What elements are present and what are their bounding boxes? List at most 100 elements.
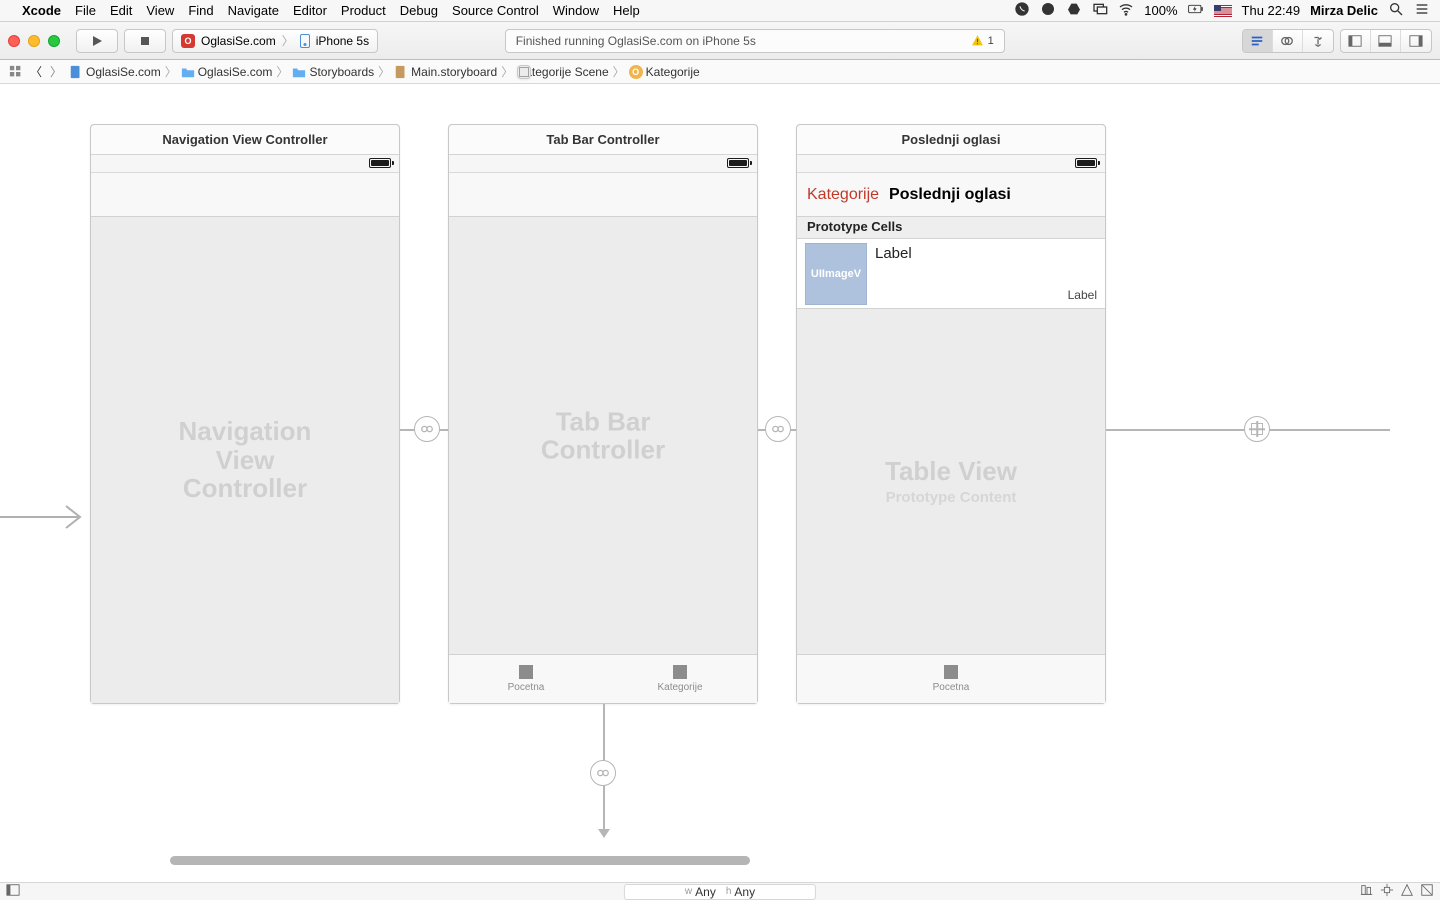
tab-item-icon [944,665,958,679]
segue-show-icon[interactable] [1244,416,1270,442]
related-items-button[interactable] [6,63,26,81]
menu-navigate[interactable]: Navigate [228,3,279,18]
align-button[interactable] [1360,883,1374,900]
crumb-group[interactable]: OglasiSe.com [178,65,276,79]
resizing-button[interactable] [1420,883,1434,900]
crumb-file[interactable]: Main.storyboard [391,65,500,79]
battery-icon [369,158,391,168]
battery-icon [1075,158,1097,168]
assistant-editor-button[interactable] [1273,30,1303,52]
table-view-ghost-label: Table View Prototype Content [885,457,1017,507]
scheme-target: OglasiSe.com [201,34,276,48]
arrow-down-icon [596,827,612,846]
menu-app-name[interactable]: Xcode [22,3,61,18]
tab-pocetna[interactable]: Pocetna [797,655,1105,703]
menu-editor[interactable]: Editor [293,3,327,18]
menu-file[interactable]: File [75,3,96,18]
warning-icon [971,34,984,47]
toggle-navigator-button[interactable] [1341,30,1371,52]
tab-bar: Pocetna [797,654,1105,703]
scene-ghost-label: Navigation View Controller [168,417,322,503]
menu-product[interactable]: Product [341,3,386,18]
scheme-selector[interactable]: O OglasiSe.com 〉 iPhone 5s [172,29,378,53]
menu-help[interactable]: Help [613,3,640,18]
scene-poslednji-oglasi[interactable]: Poslednji oglasi Kategorije Poslednji og… [796,124,1106,704]
menu-edit[interactable]: Edit [110,3,132,18]
input-flag-icon[interactable] [1214,5,1232,17]
editor-mode-segmented[interactable] [1242,29,1334,53]
nav-forward-button[interactable]: 〉 [46,63,66,81]
crumb-storyboards[interactable]: Storyboards [289,65,377,79]
menubar-clock[interactable]: Thu 22:49 [1242,3,1301,18]
crumb-scene[interactable]: Kategorije Scene [514,65,611,79]
scheme-app-icon: O [181,34,195,48]
notification-center-icon[interactable] [1414,1,1430,20]
scene-status-bar [449,155,757,173]
nav-back-label[interactable]: Kategorije [807,186,879,204]
activity-status: Finished running OglasiSe.com on iPhone … [516,34,756,48]
scene-navigation-controller[interactable]: Navigation View Controller Navigation Vi… [90,124,400,704]
tab-bar: Pocetna Kategorije [449,654,757,703]
tab-item-icon [673,665,687,679]
xcode-toolbar: O OglasiSe.com 〉 iPhone 5s Finished runn… [0,22,1440,60]
activity-viewer[interactable]: Finished running OglasiSe.com on iPhone … [505,29,1005,53]
nav-bar-placeholder [449,173,757,217]
menu-source-control[interactable]: Source Control [452,3,539,18]
pin-button[interactable] [1380,883,1394,900]
cell-label-primary[interactable]: Label [875,245,912,262]
device-icon [300,34,310,48]
wifi-icon[interactable] [1118,1,1134,20]
segue-root-icon[interactable] [414,416,440,442]
viber-icon[interactable] [1014,1,1030,20]
menubar-user[interactable]: Mirza Delic [1310,3,1378,18]
toggle-debug-button[interactable] [1371,30,1401,52]
nav-title: Poslednji oglasi [889,186,1011,204]
segue-relationship-icon[interactable] [590,760,616,786]
toggle-utilities-button[interactable] [1401,30,1431,52]
version-editor-button[interactable] [1303,30,1333,52]
standard-editor-button[interactable] [1243,30,1273,52]
menu-find[interactable]: Find [188,3,213,18]
crumb-project[interactable]: OglasiSe.com [66,65,164,79]
menu-view[interactable]: View [146,3,174,18]
crumb-object[interactable]: OKategorije [626,65,703,79]
dnd-icon[interactable] [1040,1,1056,20]
scene-title: Poslednji oglasi [797,125,1105,155]
tab-item-icon [519,665,533,679]
battery-icon [727,158,749,168]
menu-debug[interactable]: Debug [400,3,438,18]
cell-label-secondary[interactable]: Label [1068,288,1097,302]
spotlight-icon[interactable] [1388,1,1404,20]
mac-menu-bar: Xcode File Edit View Find Navigate Edito… [0,0,1440,22]
warning-count: 1 [988,35,994,47]
storyboard-canvas[interactable]: Navigation View Controller Navigation Vi… [0,84,1440,882]
window-zoom-button[interactable] [48,35,60,47]
scene-title: Navigation View Controller [91,125,399,155]
menu-window[interactable]: Window [553,3,599,18]
tab-pocetna[interactable]: Pocetna [449,655,603,703]
displays-icon[interactable] [1092,1,1108,20]
navigation-bar[interactable]: Kategorije Poslednji oglasi [797,173,1105,217]
nav-back-button[interactable]: 〈 [26,63,46,81]
resolve-issues-button[interactable] [1400,883,1414,900]
jump-bar: 〈 〉 OglasiSe.com〉 OglasiSe.com〉 Storyboa… [0,60,1440,84]
gdrive-icon[interactable] [1066,1,1082,20]
stop-button[interactable] [124,29,166,53]
uiimageview-placeholder[interactable]: UIImageV [805,243,867,305]
scene-tab-bar-controller[interactable]: Tab Bar Controller Tab Bar Controller Po… [448,124,758,704]
window-controls [8,35,60,47]
battery-icon[interactable] [1188,1,1204,20]
run-button[interactable] [76,29,118,53]
prototype-cells-header: Prototype Cells [797,217,1105,239]
nav-bar-placeholder [91,173,399,217]
scene-status-bar [91,155,399,173]
canvas-scrollbar-horizontal[interactable] [170,856,750,865]
tab-kategorije[interactable]: Kategorije [603,655,757,703]
prototype-cell[interactable]: UIImageV Label Label [797,239,1105,309]
window-close-button[interactable] [8,35,20,47]
toggle-outline-button[interactable] [6,886,20,900]
size-class-control[interactable]: wAny hAny [624,884,816,900]
panel-visibility-segmented[interactable] [1340,29,1432,53]
segue-relationship-icon[interactable] [765,416,791,442]
window-minimize-button[interactable] [28,35,40,47]
